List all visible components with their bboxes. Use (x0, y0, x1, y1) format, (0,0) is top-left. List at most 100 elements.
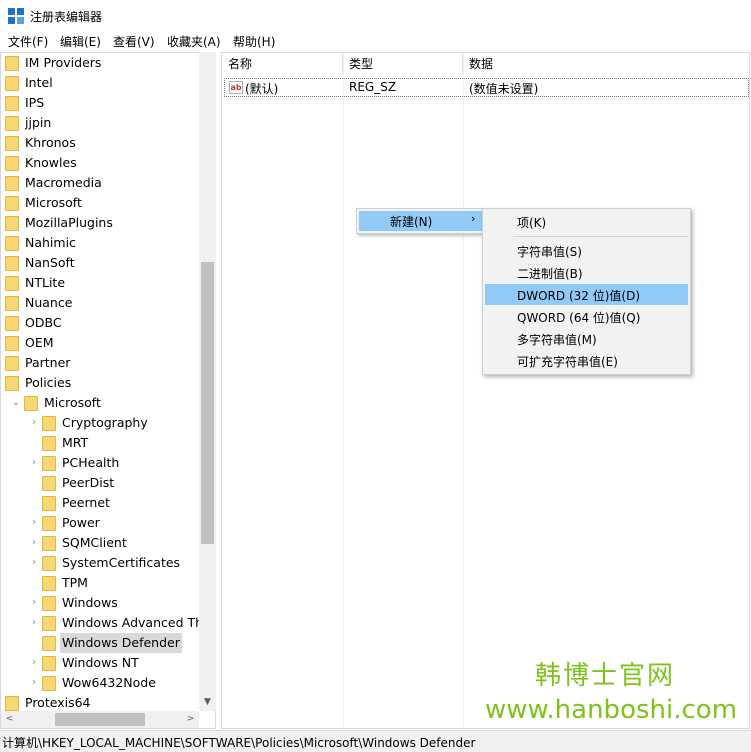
chevron-right-icon[interactable]: › (28, 513, 40, 533)
tree-item-label: Power (62, 515, 100, 530)
chevron-right-icon[interactable]: › (1, 693, 3, 713)
tree-item[interactable]: Intel (1, 73, 200, 93)
tree-item[interactable]: Khronos (1, 133, 200, 153)
column-divider (343, 53, 344, 730)
tree-item[interactable]: › SystemCertificates (1, 553, 200, 573)
column-header-data[interactable]: 数据 (463, 53, 749, 75)
chevron-right-icon[interactable]: › (28, 553, 40, 573)
tree-item[interactable]: ⌄ Microsoft (1, 393, 200, 413)
chevron-right-icon[interactable]: › (28, 673, 40, 693)
tree-item[interactable]: › Wow6432Node (1, 673, 200, 693)
chevron-right-icon[interactable]: › (28, 613, 40, 633)
chevron-down-icon[interactable]: ⌄ (10, 393, 22, 413)
tree-item[interactable]: OEM (1, 333, 200, 353)
tree-item[interactable]: TPM (1, 573, 200, 593)
tree-item-label: ODBC (25, 315, 62, 330)
tree-item-label: PeerDist (62, 475, 115, 490)
chevron-right-icon[interactable]: › (28, 413, 40, 433)
chevron-right-icon[interactable]: › (28, 533, 40, 553)
menu-item-new[interactable]: 新建(N) › (359, 211, 482, 231)
chevron-right-icon[interactable]: › (28, 453, 40, 473)
folder-icon (42, 476, 56, 491)
tree-item[interactable]: Partner (1, 353, 200, 373)
menu-help[interactable]: 帮助(H) (233, 33, 275, 50)
submenu-item[interactable]: 项(K) (485, 211, 688, 232)
tree-item[interactable]: PeerDist (1, 473, 200, 493)
submenu-item[interactable]: 多字符串值(M) (485, 328, 688, 349)
chevron-right-icon[interactable]: › (28, 653, 40, 673)
scroll-right-arrow-icon[interactable]: > (182, 711, 199, 728)
tree-item[interactable]: Peernet (1, 493, 200, 513)
submenu-item[interactable]: DWORD (32 位)值(D) (485, 284, 688, 305)
tree-vertical-scrollbar[interactable]: ▼ (199, 52, 216, 711)
tree-item[interactable]: ODBC (1, 313, 200, 333)
tree-item[interactable]: IPS (1, 93, 200, 113)
tree-item[interactable]: Microsoft (1, 193, 200, 213)
tree-item-label: IPS (25, 95, 45, 110)
menu-item-new-label: 新建(N) (390, 215, 433, 229)
folder-icon (5, 56, 19, 71)
submenu-item[interactable]: QWORD (64 位)值(Q) (485, 306, 688, 327)
tree-item[interactable]: MRT (1, 433, 200, 453)
tree-item[interactable]: IM Providers (1, 53, 200, 73)
tree-item[interactable]: Macromedia (1, 173, 200, 193)
tree-item[interactable]: Nahimic (1, 233, 200, 253)
menu-file[interactable]: 文件(F) (8, 33, 48, 50)
tree-item[interactable]: › Power (1, 513, 200, 533)
submenu-item[interactable]: 字符串值(S) (485, 240, 688, 261)
folder-icon (24, 396, 38, 411)
tree-item-label: Nuance (25, 295, 73, 310)
folder-icon (5, 216, 19, 231)
tree-item-label: NTLite (25, 275, 66, 290)
tree-item[interactable]: › Protexis64 (1, 693, 200, 713)
scroll-down-arrow-icon[interactable]: ▼ (199, 694, 216, 711)
tree-item[interactable]: › Windows (1, 593, 200, 613)
column-header-type[interactable]: 类型 (343, 53, 463, 75)
submenu-item[interactable]: 可扩充字符串值(E) (485, 350, 688, 371)
tree-item-label: OEM (25, 335, 54, 350)
tree-item[interactable]: NTLite (1, 273, 200, 293)
tree-horizontal-scroll-thumb[interactable] (55, 713, 145, 726)
scroll-left-arrow-icon[interactable]: < (1, 711, 18, 728)
folder-icon (5, 696, 19, 711)
menu-bar: 文件(F) 编辑(E) 查看(V) 收藏夹(A) 帮助(H) (0, 31, 751, 51)
tree-item-label: Cryptography (62, 415, 148, 430)
tree-item[interactable]: › Cryptography (1, 413, 200, 433)
column-header-name[interactable]: 名称 (222, 53, 343, 75)
value-row[interactable]: ab (默认) REG_SZ (数值未设置) (224, 78, 749, 97)
chevron-right-icon[interactable]: › (28, 593, 40, 613)
tree-item-label: Knowles (25, 155, 77, 170)
tree-item[interactable]: › SQMClient (1, 533, 200, 553)
folder-icon (5, 276, 19, 291)
tree-item[interactable]: Nuance (1, 293, 200, 313)
tree-item[interactable]: NanSoft (1, 253, 200, 273)
folder-icon (42, 536, 56, 551)
registry-editor-icon (8, 8, 24, 24)
tree-horizontal-scrollbar[interactable]: < > (1, 711, 199, 728)
tree-item[interactable]: jjpin (1, 113, 200, 133)
tree-item[interactable]: Windows Defender (1, 633, 200, 653)
folder-icon (42, 636, 56, 651)
value-name: (默认) (245, 82, 279, 96)
tree-item[interactable]: Policies (1, 373, 200, 393)
folder-icon (42, 576, 56, 591)
context-menu: 新建(N) › (356, 208, 485, 234)
tree-item-label: PCHealth (62, 455, 120, 470)
tree-item[interactable]: Knowles (1, 153, 200, 173)
tree-item[interactable]: › Windows NT (1, 653, 200, 673)
folder-icon (5, 156, 19, 171)
submenu-item[interactable]: 二进制值(B) (485, 262, 688, 283)
registry-tree[interactable]: IM Providers Intel IPS jjpin Khronos Knowles M… (0, 52, 216, 729)
tree-item[interactable]: › Windows Advanced Thr (1, 613, 208, 633)
submenu-item-label: 多字符串值(M) (517, 333, 597, 347)
values-list[interactable]: 名称 类型 数据 ab (默认) REG_SZ (数值未设置) (221, 52, 750, 730)
folder-icon (5, 76, 19, 91)
tree-vertical-scroll-thumb[interactable] (201, 262, 214, 544)
menu-edit[interactable]: 编辑(E) (60, 33, 101, 50)
tree-item-label: Macromedia (25, 175, 102, 190)
tree-item-label: MRT (62, 435, 89, 450)
menu-favorites[interactable]: 收藏夹(A) (167, 33, 221, 50)
tree-item[interactable]: › PCHealth (1, 453, 200, 473)
tree-item[interactable]: MozillaPlugins (1, 213, 200, 233)
menu-view[interactable]: 查看(V) (113, 33, 155, 50)
